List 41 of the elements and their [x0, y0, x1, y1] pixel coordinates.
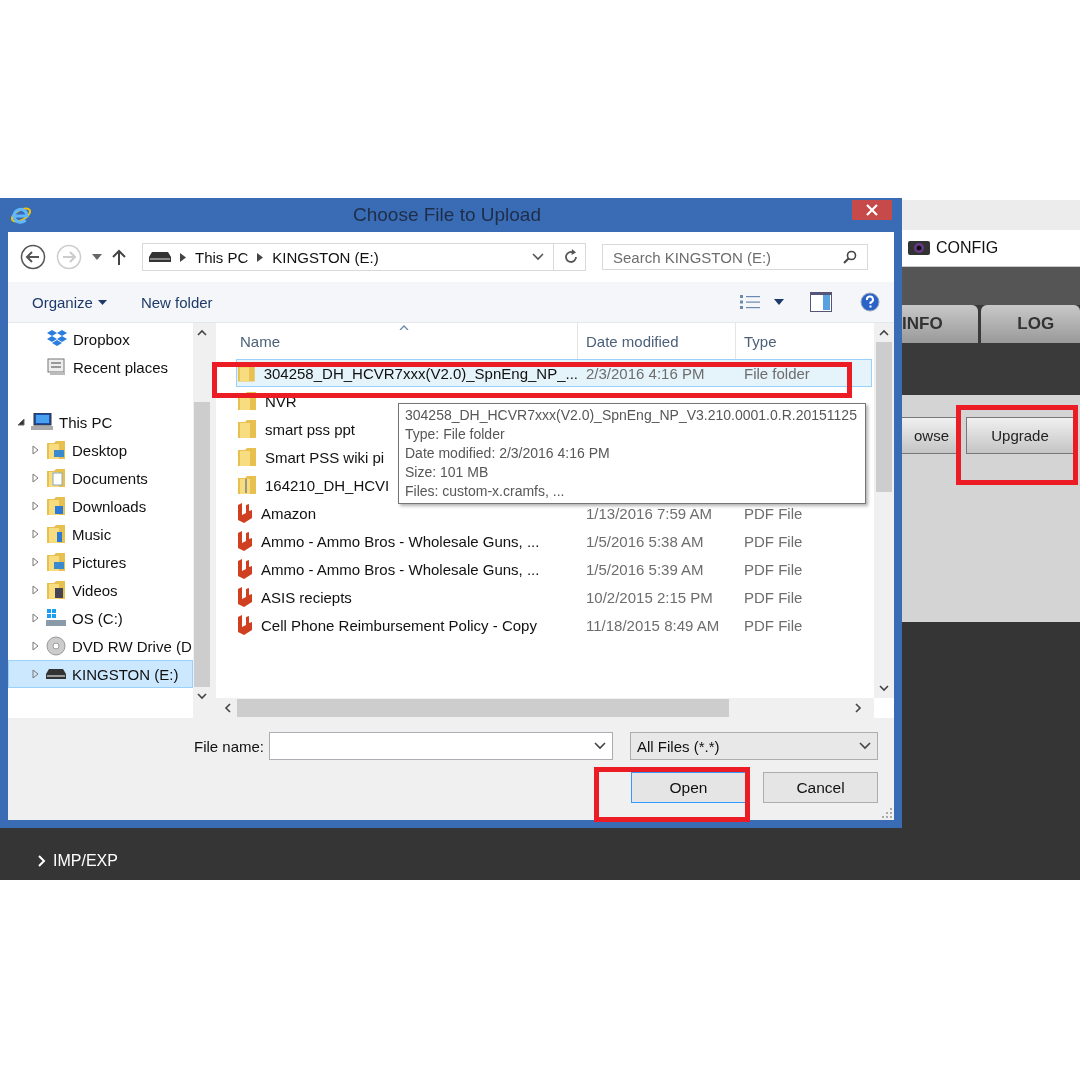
- nav-label: Videos: [72, 581, 118, 599]
- app-title: CONFIG: [936, 239, 999, 257]
- date-modified: 10/2/2015 2:15 PM: [586, 588, 713, 606]
- nav-label: Dropbox: [73, 330, 130, 348]
- file-name: Ammo - Ammo Bros - Wholesale Guns, ...: [261, 560, 540, 578]
- file-type: PDF File: [744, 532, 803, 550]
- nav-label: Downloads: [72, 497, 147, 515]
- tooltip-line: 304258_DH_HCVR7xxx(V2.0)_SpnEng_NP_V3.210.0001.0.R.20151125: [405, 406, 857, 425]
- file-name: Amazon: [261, 504, 317, 522]
- date-modified: 1/13/2016 7:59 AM: [586, 504, 712, 522]
- file-type: PDF File: [744, 588, 803, 606]
- nav-label: This PC: [59, 413, 113, 431]
- date-modified: 11/18/2015 8:49 AM: [586, 616, 720, 634]
- file-name: ASIS reciepts: [261, 588, 352, 606]
- file-name-label: File name:: [193, 737, 264, 755]
- file-type: File folder: [744, 364, 810, 382]
- file-name: 304258_DH_HCVR7xxx(V2.0)_SpnEng_NP_...: [263, 364, 578, 382]
- file-name: Ammo - Ammo Bros - Wholesale Guns, ...: [261, 532, 540, 550]
- file-type: PDF File: [744, 504, 803, 522]
- nav-label: Desktop: [72, 441, 128, 459]
- nav-label: KINGSTON (E:): [72, 665, 179, 683]
- file-name: Smart PSS wiki pi: [265, 448, 385, 466]
- tooltip-line: Size: 101 MB: [405, 463, 490, 482]
- date-modified: 1/5/2016 5:39 AM: [586, 560, 704, 578]
- tooltip-line: Files: custom-x.cramfs, ...: [405, 482, 566, 501]
- nav-label: Recent places: [73, 358, 169, 376]
- nav-label: OS (C:): [72, 609, 123, 627]
- file-name: Cell Phone Reimbursement Policy - Copy: [261, 616, 537, 634]
- file-type: PDF File: [744, 616, 803, 634]
- nav-label: DVD RW Drive (D: [72, 637, 192, 655]
- file-name: smart pss ppt: [265, 420, 356, 438]
- nav-label: Pictures: [72, 553, 127, 571]
- file-name: 164210_DH_HCVI: [265, 476, 390, 494]
- date-modified: 2/3/2016 4:16 PM: [586, 364, 705, 382]
- tooltip-line: Type: File folder: [405, 425, 506, 444]
- file-type: PDF File: [744, 560, 803, 578]
- nav-label: Music: [72, 525, 112, 543]
- date-modified: 1/5/2016 5:38 AM: [586, 532, 704, 550]
- tooltip-line: Date modified: 2/3/2016 4:16 PM: [405, 444, 611, 463]
- dialog-title: Choose File to Upload: [352, 204, 542, 226]
- nav-label: Documents: [72, 469, 148, 487]
